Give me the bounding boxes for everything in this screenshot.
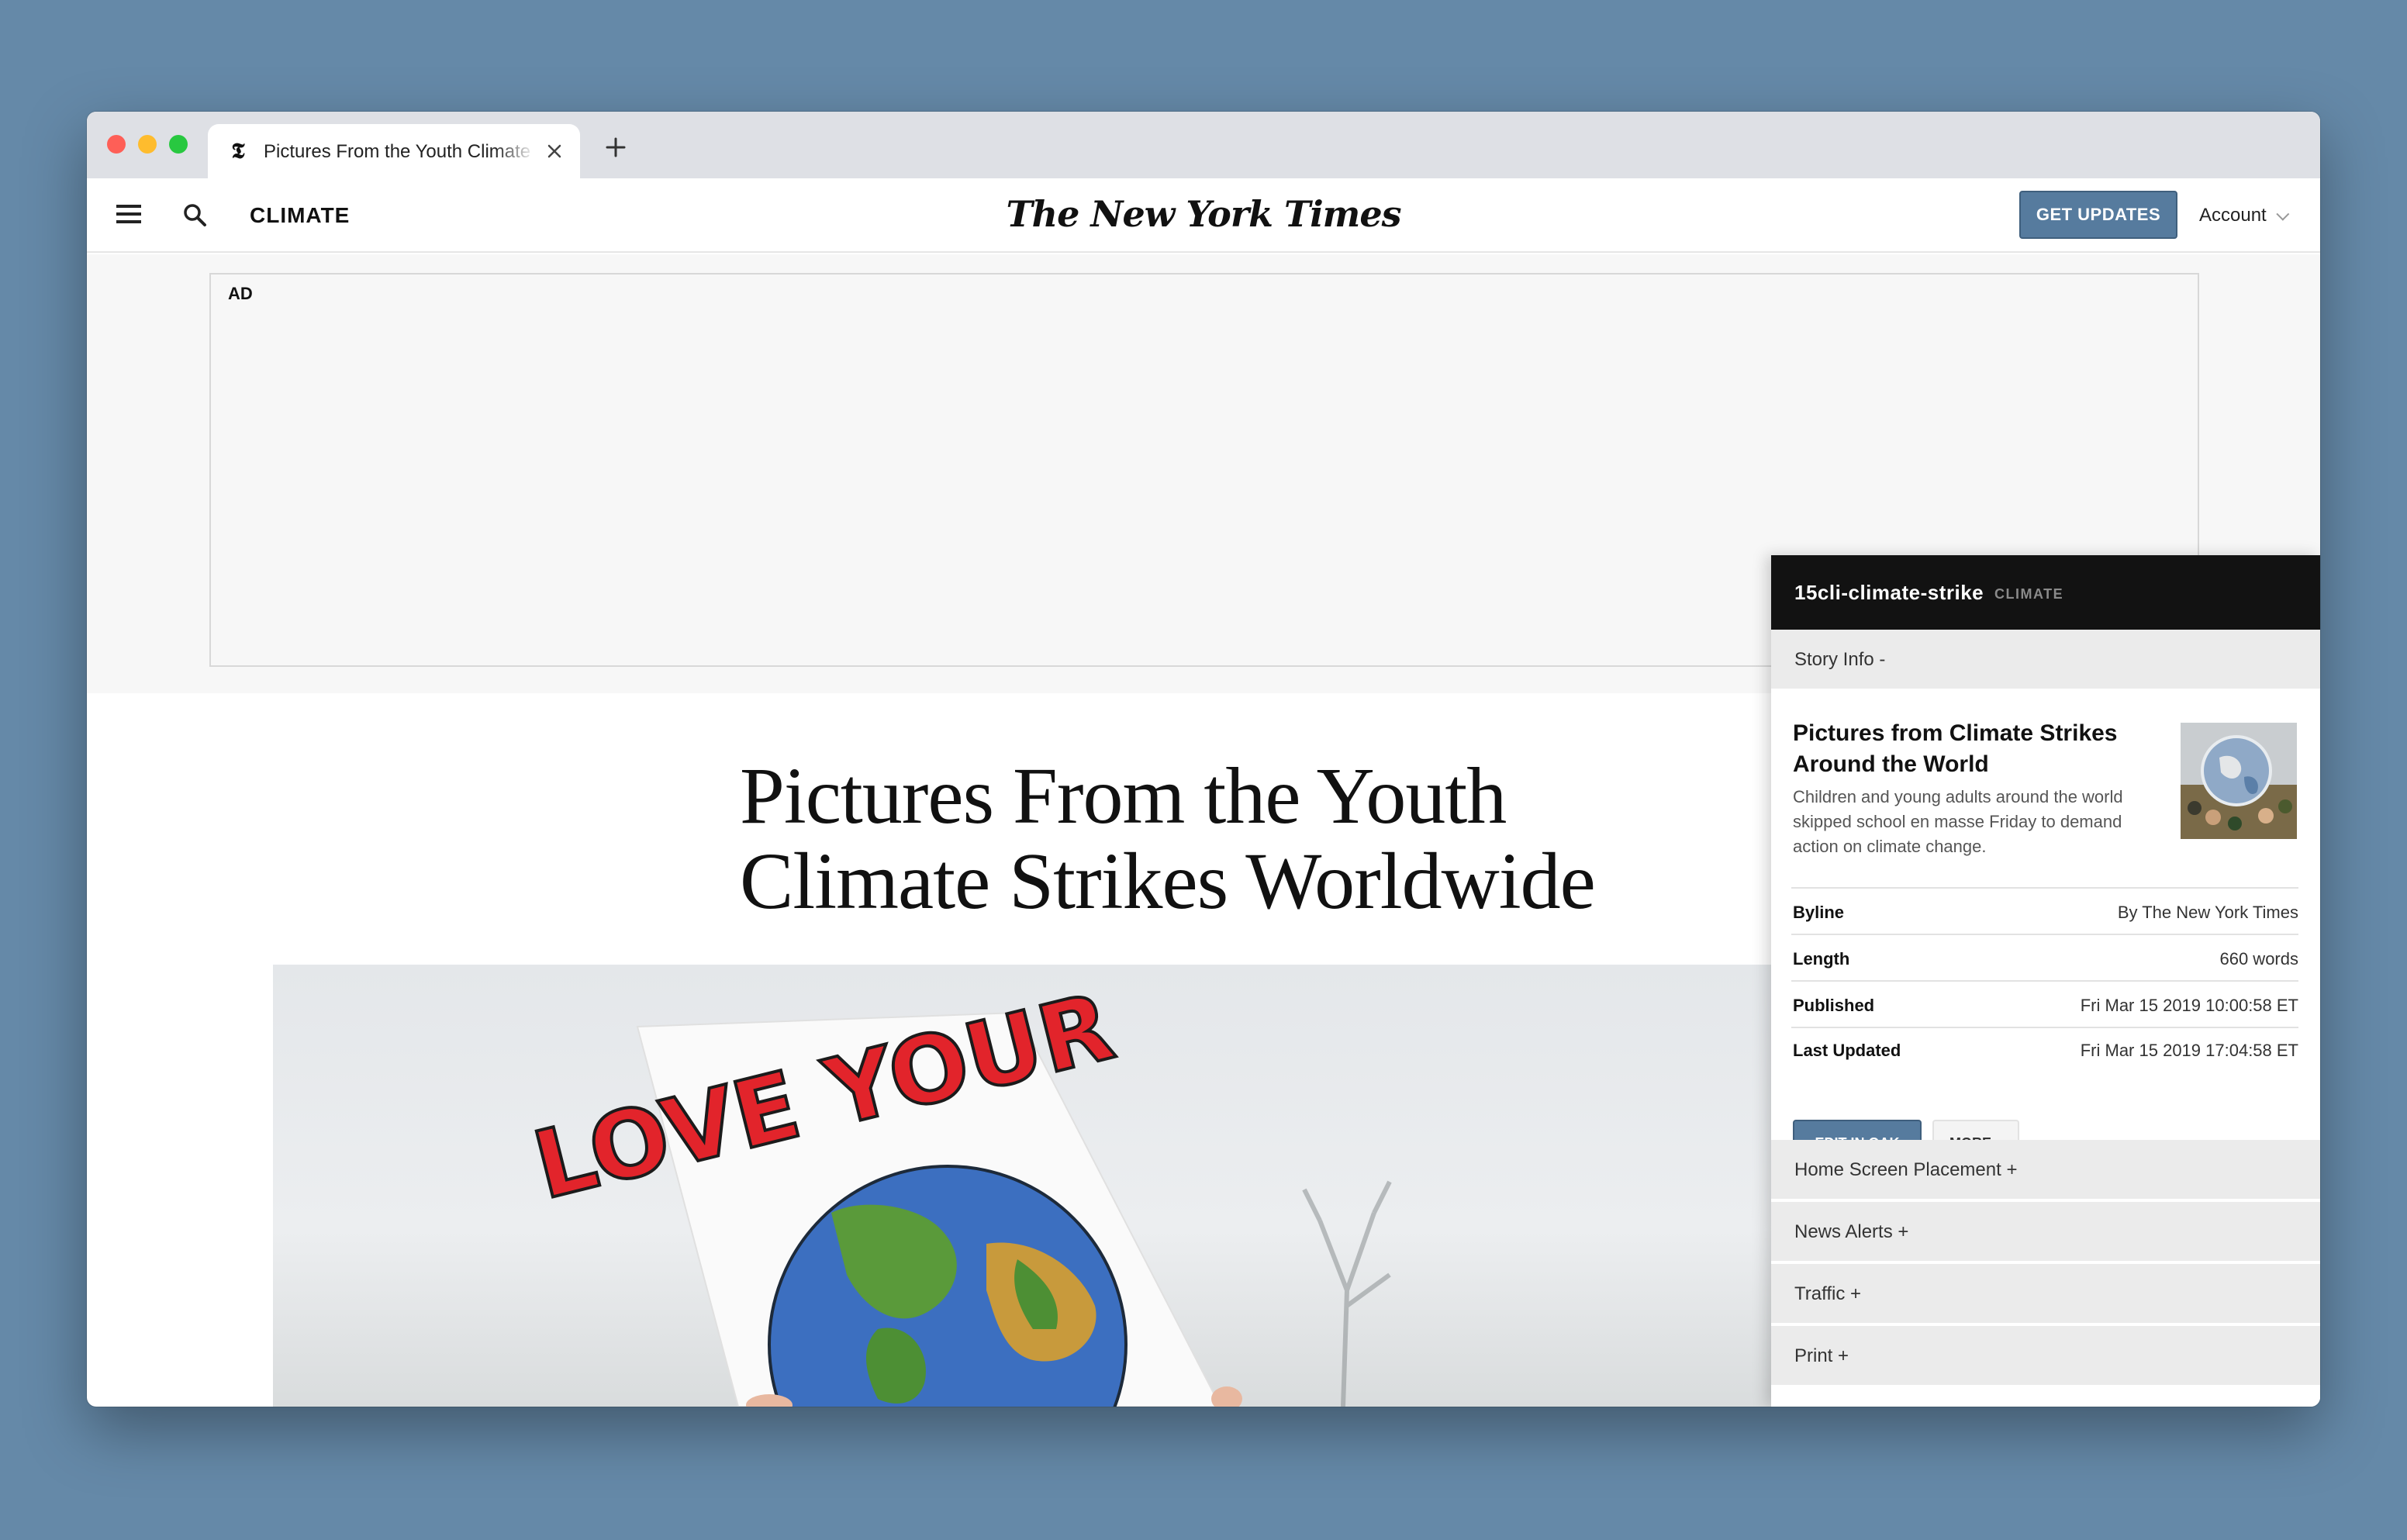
globe-crowd-thumbnail: [2181, 723, 2297, 839]
slug-section: CLIMATE: [1994, 586, 2064, 602]
meta-value: Fri Mar 15 2019 10:00:58 ET: [2080, 996, 2298, 1015]
love-your-planet-sign: LOVE YOUR: [523, 972, 1222, 1407]
meta-row-length: Length 660 words: [1791, 934, 2298, 980]
story-info-label: Story Info -: [1794, 649, 1886, 670]
home-screen-placement-toggle[interactable]: Home Screen Placement +: [1771, 1140, 2320, 1200]
account-label: Account: [2199, 205, 2267, 226]
meta-key: Byline: [1793, 903, 1845, 922]
story-title[interactable]: Pictures from Climate Strikes Around the…: [1793, 718, 2157, 780]
accordion-label: Home Screen Placement +: [1794, 1159, 2018, 1180]
site-header: CLIMATE The New York Times GET UPDATES A…: [87, 178, 2320, 253]
account-menu[interactable]: Account: [2199, 200, 2290, 231]
panel-header: 15cli-climate-strike CLIMATE: [1771, 555, 2320, 630]
story-card: Pictures from Climate Strikes Around the…: [1771, 692, 2320, 1166]
story-slug: 15cli-climate-strike: [1794, 581, 1984, 604]
accordion-label: Print +: [1794, 1345, 1849, 1366]
tab-title: Pictures From the Youth Climate Strikes …: [264, 141, 535, 162]
browser-tab[interactable]: 𝕿 Pictures From the Youth Climate Strike…: [208, 124, 580, 178]
accordion-label: News Alerts +: [1794, 1221, 1909, 1242]
ad-label: AD: [228, 284, 253, 303]
hero-image[interactable]: LOVE YOUR: [273, 965, 1901, 1407]
meta-value: Fri Mar 15 2019 17:04:58 ET: [2080, 1041, 2298, 1060]
news-alerts-toggle[interactable]: News Alerts +: [1771, 1202, 2320, 1262]
headline-line-2: Climate Strikes Worldwide: [740, 837, 1596, 926]
article-headline: Pictures From the Youth Climate Strikes …: [740, 754, 1748, 924]
tree-icon: [1302, 1180, 1392, 1407]
nyt-favicon-icon: 𝕿: [231, 138, 245, 164]
accordion-label: Traffic +: [1794, 1283, 1862, 1304]
nyt-logo[interactable]: The New York Times: [87, 189, 2320, 239]
new-tab-icon[interactable]: [602, 133, 630, 161]
get-updates-button[interactable]: GET UPDATES: [2019, 191, 2177, 239]
meta-row-last-updated: Last Updated Fri Mar 15 2019 17:04:58 ET: [1791, 1027, 2298, 1073]
story-info-panel: 15cli-climate-strike CLIMATE Story Info …: [1771, 555, 2320, 1407]
meta-key: Published: [1793, 996, 1875, 1015]
meta-row-byline: Byline By The New York Times: [1791, 887, 2298, 934]
meta-value: By The New York Times: [2117, 903, 2298, 922]
climate-sign-photo: LOVE YOUR: [523, 972, 1901, 1407]
browser-window: 𝕿 Pictures From the Youth Climate Strike…: [87, 112, 2320, 1407]
meta-key: Last Updated: [1793, 1041, 1901, 1060]
print-toggle[interactable]: Print +: [1771, 1326, 2320, 1386]
close-tab-icon[interactable]: [543, 140, 566, 163]
zoom-window-button[interactable]: [169, 135, 188, 154]
story-thumbnail[interactable]: [2181, 723, 2297, 839]
meta-row-published: Published Fri Mar 15 2019 10:00:58 ET: [1791, 980, 2298, 1027]
story-description: Children and young adults around the wor…: [1793, 787, 2123, 856]
meta-value: 660 words: [2219, 949, 2298, 969]
headline-line-1: Pictures From the Youth: [740, 751, 1507, 841]
meta-key: Length: [1793, 949, 1850, 969]
close-window-button[interactable]: [107, 135, 126, 154]
tab-bar: 𝕿 Pictures From the Youth Climate Strike…: [87, 112, 2320, 178]
story-info-toggle[interactable]: Story Info -: [1771, 630, 2320, 690]
traffic-toggle[interactable]: Traffic +: [1771, 1264, 2320, 1324]
minimize-window-button[interactable]: [138, 135, 157, 154]
